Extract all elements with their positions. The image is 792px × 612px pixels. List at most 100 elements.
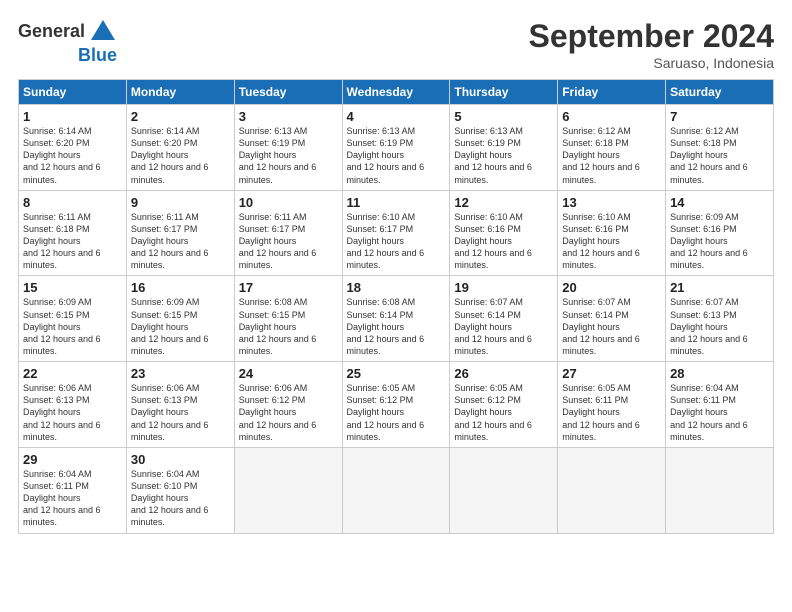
cell-day-number: 9 — [131, 195, 230, 210]
table-row — [666, 447, 774, 533]
table-row: 23 Sunrise: 6:06 AM Sunset: 6:13 PM Dayl… — [126, 362, 234, 448]
cell-day-number: 30 — [131, 452, 230, 467]
cell-day-number: 19 — [454, 280, 553, 295]
cell-info: Sunrise: 6:14 AM Sunset: 6:20 PM Dayligh… — [131, 125, 230, 186]
cell-info: Sunrise: 6:04 AM Sunset: 6:11 PM Dayligh… — [23, 468, 122, 529]
cell-day-number: 22 — [23, 366, 122, 381]
cell-day-number: 20 — [562, 280, 661, 295]
table-row: 10 Sunrise: 6:11 AM Sunset: 6:17 PM Dayl… — [234, 190, 342, 276]
header-tuesday: Tuesday — [234, 80, 342, 105]
cell-info: Sunrise: 6:06 AM Sunset: 6:13 PM Dayligh… — [131, 382, 230, 443]
table-row: 3 Sunrise: 6:13 AM Sunset: 6:19 PM Dayli… — [234, 105, 342, 191]
cell-info: Sunrise: 6:11 AM Sunset: 6:17 PM Dayligh… — [239, 211, 338, 272]
subtitle: Saruaso, Indonesia — [529, 55, 774, 71]
calendar: Sunday Monday Tuesday Wednesday Thursday… — [18, 79, 774, 534]
table-row: 17 Sunrise: 6:08 AM Sunset: 6:15 PM Dayl… — [234, 276, 342, 362]
cell-info: Sunrise: 6:05 AM Sunset: 6:11 PM Dayligh… — [562, 382, 661, 443]
header-sunday: Sunday — [19, 80, 127, 105]
cell-day-number: 12 — [454, 195, 553, 210]
table-row: 29 Sunrise: 6:04 AM Sunset: 6:11 PM Dayl… — [19, 447, 127, 533]
cell-info: Sunrise: 6:14 AM Sunset: 6:20 PM Dayligh… — [23, 125, 122, 186]
calendar-week-row: 15 Sunrise: 6:09 AM Sunset: 6:15 PM Dayl… — [19, 276, 774, 362]
cell-day-number: 10 — [239, 195, 338, 210]
cell-day-number: 25 — [347, 366, 446, 381]
table-row: 7 Sunrise: 6:12 AM Sunset: 6:18 PM Dayli… — [666, 105, 774, 191]
cell-day-number: 17 — [239, 280, 338, 295]
page: General Blue September 2024 Saruaso, Ind… — [0, 0, 792, 612]
calendar-header-row: Sunday Monday Tuesday Wednesday Thursday… — [19, 80, 774, 105]
header-friday: Friday — [558, 80, 666, 105]
table-row: 16 Sunrise: 6:09 AM Sunset: 6:15 PM Dayl… — [126, 276, 234, 362]
table-row — [234, 447, 342, 533]
cell-info: Sunrise: 6:06 AM Sunset: 6:13 PM Dayligh… — [23, 382, 122, 443]
calendar-week-row: 1 Sunrise: 6:14 AM Sunset: 6:20 PM Dayli… — [19, 105, 774, 191]
header: General Blue September 2024 Saruaso, Ind… — [18, 18, 774, 71]
table-row — [558, 447, 666, 533]
table-row: 6 Sunrise: 6:12 AM Sunset: 6:18 PM Dayli… — [558, 105, 666, 191]
cell-day-number: 11 — [347, 195, 446, 210]
table-row — [450, 447, 558, 533]
cell-day-number: 6 — [562, 109, 661, 124]
cell-day-number: 1 — [23, 109, 122, 124]
table-row: 9 Sunrise: 6:11 AM Sunset: 6:17 PM Dayli… — [126, 190, 234, 276]
cell-day-number: 2 — [131, 109, 230, 124]
cell-info: Sunrise: 6:09 AM Sunset: 6:15 PM Dayligh… — [131, 296, 230, 357]
table-row: 28 Sunrise: 6:04 AM Sunset: 6:11 PM Dayl… — [666, 362, 774, 448]
cell-info: Sunrise: 6:05 AM Sunset: 6:12 PM Dayligh… — [454, 382, 553, 443]
table-row: 20 Sunrise: 6:07 AM Sunset: 6:14 PM Dayl… — [558, 276, 666, 362]
cell-day-number: 24 — [239, 366, 338, 381]
table-row: 14 Sunrise: 6:09 AM Sunset: 6:16 PM Dayl… — [666, 190, 774, 276]
cell-info: Sunrise: 6:10 AM Sunset: 6:16 PM Dayligh… — [454, 211, 553, 272]
table-row: 2 Sunrise: 6:14 AM Sunset: 6:20 PM Dayli… — [126, 105, 234, 191]
cell-day-number: 14 — [670, 195, 769, 210]
cell-day-number: 15 — [23, 280, 122, 295]
table-row: 11 Sunrise: 6:10 AM Sunset: 6:17 PM Dayl… — [342, 190, 450, 276]
table-row: 5 Sunrise: 6:13 AM Sunset: 6:19 PM Dayli… — [450, 105, 558, 191]
logo-text-blue: Blue — [78, 46, 117, 66]
table-row: 13 Sunrise: 6:10 AM Sunset: 6:16 PM Dayl… — [558, 190, 666, 276]
table-row: 1 Sunrise: 6:14 AM Sunset: 6:20 PM Dayli… — [19, 105, 127, 191]
cell-day-number: 3 — [239, 109, 338, 124]
cell-day-number: 18 — [347, 280, 446, 295]
logo-icon — [89, 18, 117, 46]
cell-day-number: 16 — [131, 280, 230, 295]
table-row: 27 Sunrise: 6:05 AM Sunset: 6:11 PM Dayl… — [558, 362, 666, 448]
cell-info: Sunrise: 6:09 AM Sunset: 6:15 PM Dayligh… — [23, 296, 122, 357]
cell-info: Sunrise: 6:08 AM Sunset: 6:15 PM Dayligh… — [239, 296, 338, 357]
table-row: 12 Sunrise: 6:10 AM Sunset: 6:16 PM Dayl… — [450, 190, 558, 276]
cell-day-number: 13 — [562, 195, 661, 210]
cell-info: Sunrise: 6:11 AM Sunset: 6:18 PM Dayligh… — [23, 211, 122, 272]
cell-info: Sunrise: 6:13 AM Sunset: 6:19 PM Dayligh… — [454, 125, 553, 186]
cell-info: Sunrise: 6:06 AM Sunset: 6:12 PM Dayligh… — [239, 382, 338, 443]
cell-day-number: 8 — [23, 195, 122, 210]
cell-day-number: 28 — [670, 366, 769, 381]
table-row: 19 Sunrise: 6:07 AM Sunset: 6:14 PM Dayl… — [450, 276, 558, 362]
cell-day-number: 5 — [454, 109, 553, 124]
cell-info: Sunrise: 6:09 AM Sunset: 6:16 PM Dayligh… — [670, 211, 769, 272]
table-row: 18 Sunrise: 6:08 AM Sunset: 6:14 PM Dayl… — [342, 276, 450, 362]
cell-info: Sunrise: 6:12 AM Sunset: 6:18 PM Dayligh… — [562, 125, 661, 186]
cell-day-number: 26 — [454, 366, 553, 381]
table-row: 21 Sunrise: 6:07 AM Sunset: 6:13 PM Dayl… — [666, 276, 774, 362]
cell-day-number: 23 — [131, 366, 230, 381]
cell-info: Sunrise: 6:12 AM Sunset: 6:18 PM Dayligh… — [670, 125, 769, 186]
cell-info: Sunrise: 6:13 AM Sunset: 6:19 PM Dayligh… — [239, 125, 338, 186]
logo: General Blue — [18, 18, 117, 66]
cell-info: Sunrise: 6:07 AM Sunset: 6:14 PM Dayligh… — [562, 296, 661, 357]
table-row: 8 Sunrise: 6:11 AM Sunset: 6:18 PM Dayli… — [19, 190, 127, 276]
cell-day-number: 21 — [670, 280, 769, 295]
title-area: September 2024 Saruaso, Indonesia — [529, 18, 774, 71]
table-row: 30 Sunrise: 6:04 AM Sunset: 6:10 PM Dayl… — [126, 447, 234, 533]
cell-day-number: 29 — [23, 452, 122, 467]
header-monday: Monday — [126, 80, 234, 105]
table-row: 22 Sunrise: 6:06 AM Sunset: 6:13 PM Dayl… — [19, 362, 127, 448]
calendar-week-row: 8 Sunrise: 6:11 AM Sunset: 6:18 PM Dayli… — [19, 190, 774, 276]
cell-info: Sunrise: 6:10 AM Sunset: 6:17 PM Dayligh… — [347, 211, 446, 272]
header-thursday: Thursday — [450, 80, 558, 105]
cell-info: Sunrise: 6:07 AM Sunset: 6:14 PM Dayligh… — [454, 296, 553, 357]
calendar-week-row: 22 Sunrise: 6:06 AM Sunset: 6:13 PM Dayl… — [19, 362, 774, 448]
cell-day-number: 4 — [347, 109, 446, 124]
cell-info: Sunrise: 6:08 AM Sunset: 6:14 PM Dayligh… — [347, 296, 446, 357]
cell-info: Sunrise: 6:05 AM Sunset: 6:12 PM Dayligh… — [347, 382, 446, 443]
cell-info: Sunrise: 6:07 AM Sunset: 6:13 PM Dayligh… — [670, 296, 769, 357]
